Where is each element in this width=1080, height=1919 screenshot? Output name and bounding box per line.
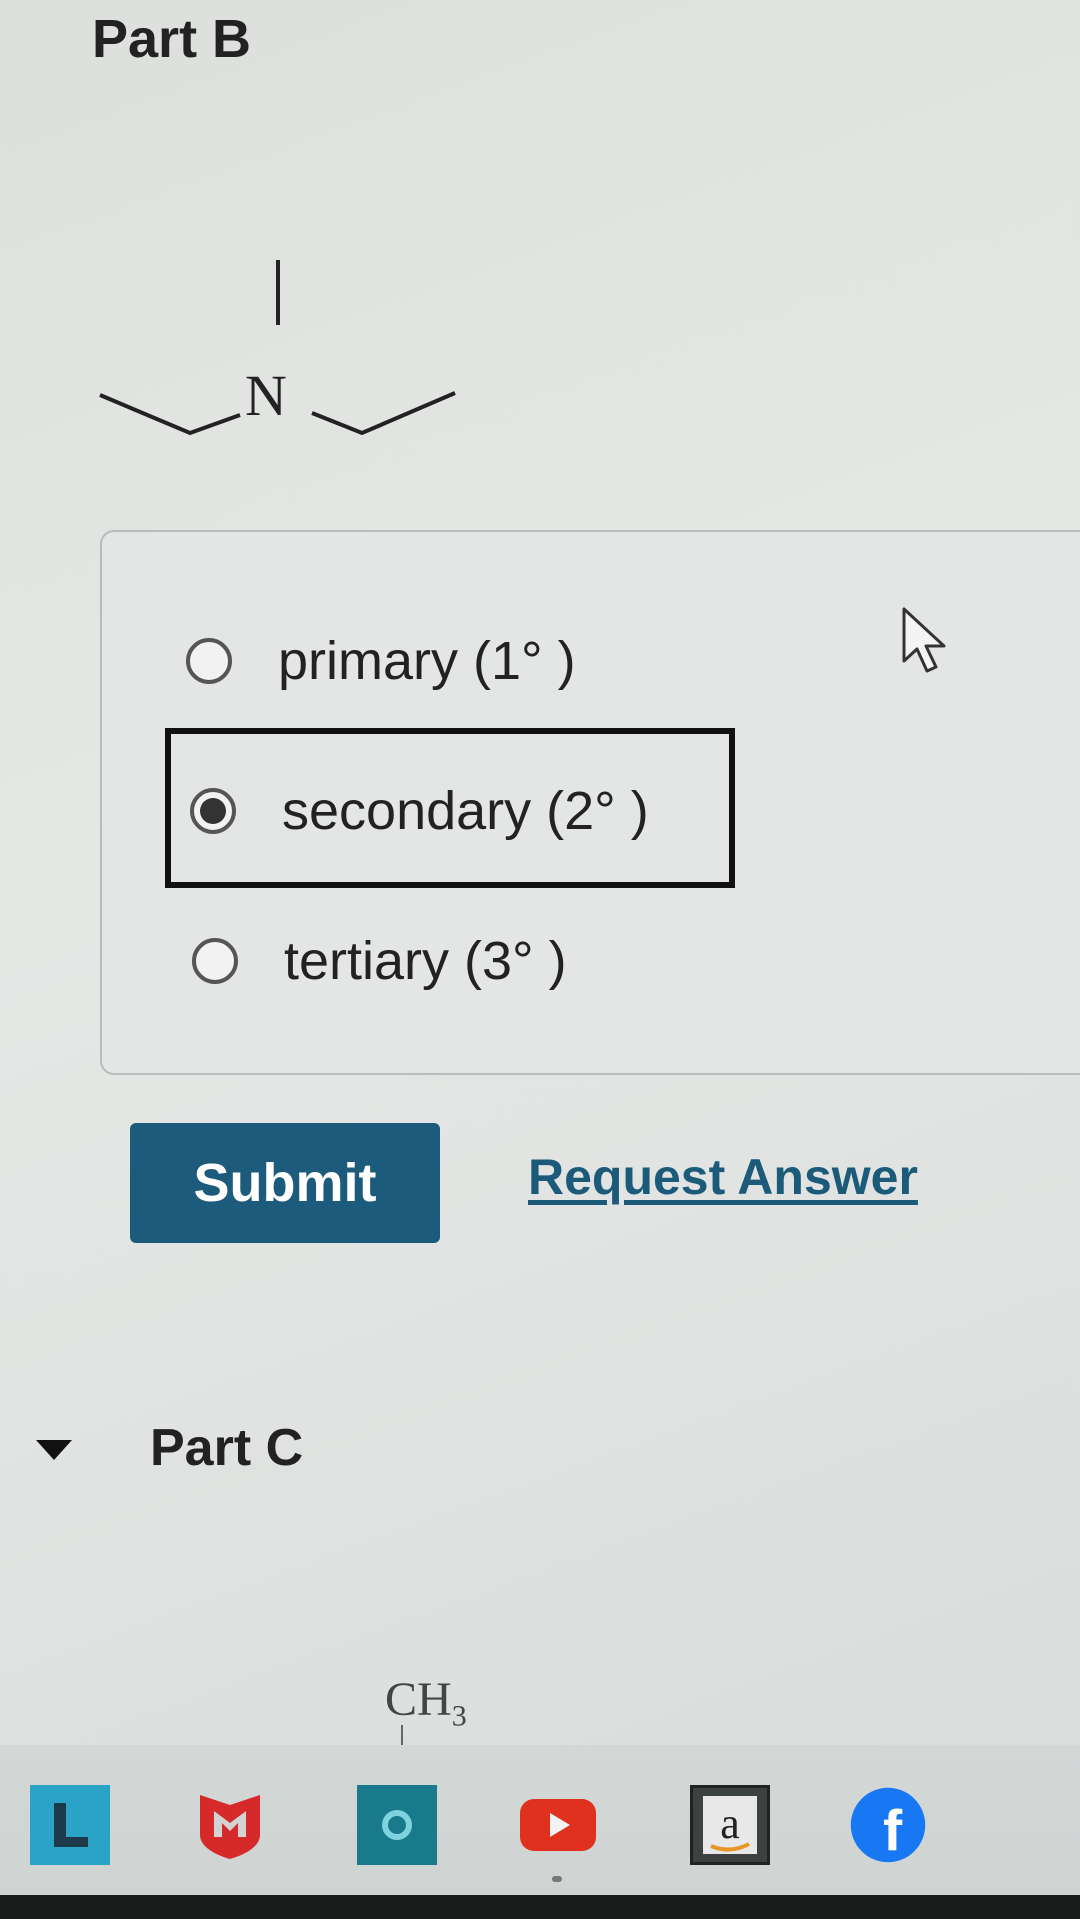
part-c-title: Part C — [150, 1419, 304, 1477]
ch-text: CH — [385, 1673, 452, 1726]
shield-icon — [200, 1795, 260, 1859]
option-primary-label: primary (1° ) — [278, 631, 576, 691]
facebook-f-icon: f — [850, 1787, 926, 1863]
part-c-bond — [401, 1725, 403, 1745]
option-secondary[interactable]: secondary (2° ) — [190, 780, 649, 842]
bond-left — [99, 393, 241, 436]
part-b-title: Part B — [92, 9, 252, 69]
circle-icon — [382, 1810, 412, 1840]
part-b-molecule: N — [99, 260, 456, 436]
bond-right — [311, 391, 456, 436]
part-c-molecule-label: CH3 — [385, 1672, 467, 1734]
option-secondary-label: secondary (2° ) — [282, 781, 649, 841]
svg-text:a: a — [720, 1799, 740, 1848]
youtube-icon[interactable] — [518, 1785, 598, 1865]
option-tertiary[interactable]: tertiary (3° ) — [192, 930, 567, 992]
mcafee-icon[interactable] — [190, 1785, 270, 1865]
radio-selected-dot — [200, 798, 226, 824]
radio-tertiary[interactable] — [192, 938, 238, 984]
amazon-icon[interactable]: a — [690, 1785, 770, 1865]
cortana-icon[interactable] — [357, 1785, 437, 1865]
amazon-a-icon: a — [703, 1796, 757, 1854]
facebook-icon[interactable]: f — [848, 1785, 928, 1865]
radio-secondary[interactable] — [190, 788, 236, 834]
assignment-page: Part B N primary (1° ) secondary (2° ) t… — [0, 0, 1080, 1919]
screen-bezel — [0, 1895, 1080, 1919]
request-answer-link[interactable]: Request Answer — [528, 1148, 918, 1206]
submit-button[interactable]: Submit — [130, 1123, 440, 1243]
mouse-cursor-icon — [902, 607, 946, 673]
l-glyph-icon — [54, 1803, 88, 1847]
active-app-indicator — [552, 1876, 562, 1882]
radio-primary[interactable] — [186, 638, 232, 684]
collapse-triangle-icon[interactable] — [36, 1440, 72, 1460]
svg-text:f: f — [883, 1799, 903, 1863]
option-tertiary-label: tertiary (3° ) — [284, 931, 567, 991]
l-app-icon[interactable] — [30, 1785, 110, 1865]
ch-subscript: 3 — [451, 1699, 467, 1733]
nitrogen-atom: N — [245, 363, 287, 428]
option-primary[interactable]: primary (1° ) — [186, 630, 576, 692]
play-icon — [520, 1799, 596, 1851]
